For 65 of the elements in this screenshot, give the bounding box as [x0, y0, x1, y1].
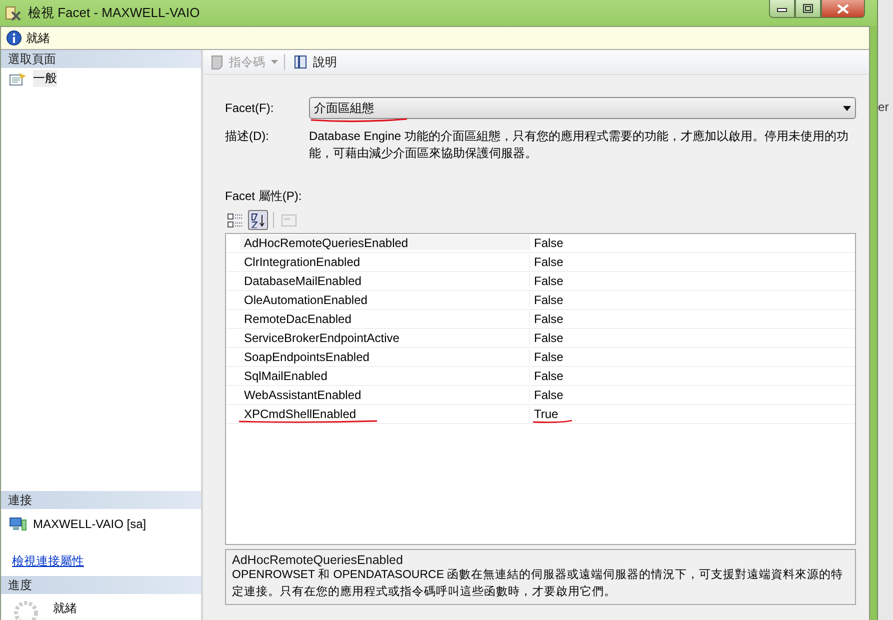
help-text: OPENROWSET 和 OPENDATASOURCE 函數在無連結的伺服器或遠端伺服器的情況下，可支援對遠端資料來源的特定連接。只有在您的應用程式或指令碼呼叫這些函數時，才要啟用它們。: [232, 568, 844, 600]
property-name[interactable]: ServiceBrokerEndpointActive: [240, 330, 530, 345]
dropdown-arrow-icon: [843, 106, 852, 110]
property-value: False: [533, 235, 564, 250]
section-label: Facet 屬性(P):: [225, 188, 303, 205]
alphabetical-sort-button[interactable]: [248, 210, 268, 230]
dropdown-caret-icon: [271, 60, 278, 64]
categorized-list-icon: [227, 212, 243, 228]
property-row[interactable]: AdHocRemoteQueriesEnabled False: [226, 234, 856, 253]
property-name[interactable]: SoapEndpointsEnabled: [240, 349, 530, 364]
help-button[interactable]: 說明: [291, 52, 339, 72]
property-row[interactable]: ClrIntegrationEnabled False: [226, 253, 856, 272]
property-name[interactable]: RemoteDacEnabled: [240, 311, 530, 326]
window-icon: [4, 4, 22, 22]
property-row[interactable]: WebAssistantEnabled False: [226, 386, 856, 405]
server-icon: [9, 516, 27, 532]
property-row[interactable]: RemoteDacEnabled False: [226, 310, 856, 329]
property-value: False: [533, 330, 564, 345]
sort-az-icon: [250, 212, 266, 228]
section-header: 連接: [1, 491, 201, 509]
property-name[interactable]: SqlMailEnabled: [240, 368, 530, 383]
section-header: 進度: [1, 576, 201, 594]
property-name[interactable]: DatabaseMailEnabled: [240, 273, 530, 288]
property-name[interactable]: AdHocRemoteQueriesEnabled: [240, 235, 530, 250]
minimize-icon: [777, 6, 788, 12]
info-icon: [6, 30, 22, 46]
close-icon: [837, 4, 850, 14]
property-name[interactable]: XPCmdShellEnabled: [240, 406, 530, 421]
close-button[interactable]: [821, 0, 866, 18]
help-title: AdHocRemoteQueriesEnabled: [232, 553, 404, 567]
property-value: False: [533, 368, 564, 383]
section-header: 選取頁面: [1, 50, 201, 68]
maximize-icon: [803, 4, 814, 13]
book-icon: [293, 54, 309, 70]
maximize-button[interactable]: [795, 0, 822, 18]
property-row[interactable]: SoapEndpointsEnabled False: [226, 348, 856, 367]
property-value: False: [533, 349, 564, 364]
property-row[interactable]: OleAutomationEnabled False: [226, 291, 856, 310]
property-row[interactable]: DatabaseMailEnabled False: [226, 272, 856, 291]
property-name[interactable]: ClrIntegrationEnabled: [240, 254, 530, 269]
property-value: False: [533, 292, 564, 307]
property-value: True: [533, 406, 558, 421]
property-value: False: [533, 273, 564, 288]
property-value: False: [533, 254, 564, 269]
minimize-button[interactable]: [769, 0, 796, 18]
progress-status: 就緒: [53, 600, 77, 617]
property-row[interactable]: XPCmdShellEnabled True: [226, 405, 856, 424]
server-name: MAXWELL-VAIO [sa]: [33, 517, 146, 531]
property-pages-icon: [281, 212, 297, 228]
status-text: 就緒: [26, 30, 50, 46]
property-name[interactable]: WebAssistantEnabled: [240, 387, 530, 402]
description-text: Database Engine 功能的介面區組態，只有您的應用程式需要的功能，才應加以啟用。停用未使用的功能，可藉由減少介面區來協助保護伺服器。: [309, 128, 850, 162]
sidebar-item[interactable]: 一般: [33, 70, 57, 87]
annotation-underline: [532, 420, 574, 423]
window-title: 檢視 Facet - MAXWELL-VAIO: [28, 4, 201, 22]
page-icon: [9, 72, 27, 86]
property-value: False: [533, 311, 564, 326]
property-name[interactable]: OleAutomationEnabled: [240, 292, 530, 307]
field-label: 描述(D):: [225, 128, 270, 145]
background-window-text: er: [878, 100, 889, 114]
connection-properties-link[interactable]: 檢視連接屬性: [12, 553, 84, 570]
field-label: Facet(F):: [225, 101, 275, 115]
property-row[interactable]: SqlMailEnabled False: [226, 367, 856, 386]
property-row[interactable]: ServiceBrokerEndpointActive False: [226, 329, 856, 348]
property-value: False: [533, 387, 564, 402]
